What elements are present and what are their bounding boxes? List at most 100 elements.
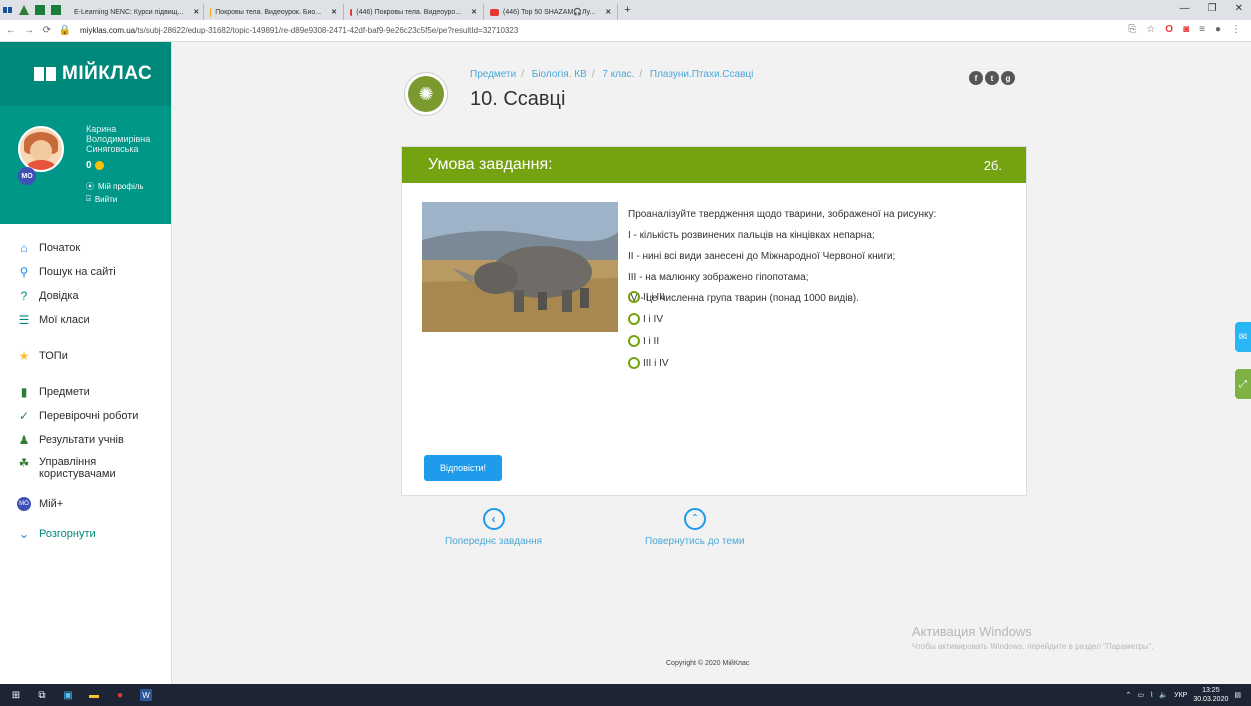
- breadcrumb-item[interactable]: Біологія. КВ: [532, 69, 587, 80]
- close-tab-icon[interactable]: ✕: [331, 8, 337, 16]
- close-tab-icon[interactable]: ✕: [605, 8, 611, 16]
- submit-answer-button[interactable]: Відповісти!: [424, 455, 502, 481]
- menu-dots-icon[interactable]: ⋮: [1231, 24, 1241, 35]
- language-indicator[interactable]: УКР: [1174, 692, 1187, 699]
- fullscreen-icon: ⤢: [1239, 378, 1247, 390]
- sidebar-item-user-management[interactable]: ☘ Управління користувачами: [0, 452, 171, 492]
- task-header-title: Умова завдання:: [428, 156, 553, 173]
- user-badge: МО: [18, 167, 36, 185]
- expand-fullscreen-button[interactable]: ⤢: [1235, 369, 1251, 399]
- sidebar-item-classes[interactable]: ☰ Мої класи: [0, 308, 171, 332]
- close-tab-icon[interactable]: ✕: [193, 8, 199, 16]
- sidebar-item-search[interactable]: ⚲ Пошук на сайті: [0, 260, 171, 284]
- url-field[interactable]: miyklas.com.ua/ts/subj-28622/edup-31682/…: [80, 26, 518, 35]
- my-profile-link[interactable]: ⦿ Мій профіль: [86, 181, 144, 192]
- sidebar-item-home[interactable]: ⌂ Початок: [0, 236, 171, 260]
- back-icon[interactable]: ←: [4, 25, 18, 36]
- chevron-up-icon: ˆ: [683, 508, 706, 530]
- back-to-topic-link[interactable]: ˆ Повернутись до теми: [645, 508, 744, 547]
- radio-button[interactable]: [628, 335, 640, 347]
- rhinoceros-image: [422, 202, 618, 332]
- windows-start-icon[interactable]: ⊞: [10, 689, 22, 701]
- share-buttons: f t g: [969, 71, 1015, 85]
- bookmark-star-icon[interactable]: ☆: [1146, 24, 1155, 35]
- answer-option[interactable]: ІІ і ІІІ: [628, 286, 669, 308]
- user-icon: ⦿: [86, 182, 94, 191]
- pinned-tab-icon[interactable]: [16, 0, 32, 20]
- pinned-tab-icon[interactable]: [48, 0, 64, 20]
- sidebar-item-results[interactable]: ♟ Результати учнів: [0, 428, 171, 452]
- profile-panel: МО Карина Володимирівна Синяговська 0 ⦿ М…: [0, 106, 171, 224]
- breadcrumb-item[interactable]: Предмети: [470, 69, 516, 80]
- forward-icon[interactable]: →: [22, 25, 36, 36]
- sidebar-item-expand[interactable]: ⌄ Розгорнути: [0, 522, 171, 546]
- breadcrumb-item[interactable]: Плазуни.Птахи.Ссавці: [650, 69, 753, 80]
- user-name: Карина Володимирівна Синяговська: [86, 124, 151, 154]
- answer-option[interactable]: І і IV: [628, 308, 669, 330]
- logout-link[interactable]: ⍈ Вийти: [86, 194, 117, 204]
- tab-grid-icon[interactable]: [0, 0, 16, 20]
- close-tab-icon[interactable]: ✕: [471, 8, 477, 16]
- word-icon[interactable]: W: [140, 689, 152, 701]
- mail-icon: ✉: [1238, 331, 1248, 343]
- tray-up-icon[interactable]: ⌃: [1125, 691, 1131, 699]
- coin-icon: [94, 161, 104, 170]
- notifications-icon[interactable]: ▤: [1234, 691, 1241, 699]
- browser-extensions: ⎘ ☆ O ◙ ≡ ● ⋮: [1128, 24, 1241, 35]
- bug-icon: ✺: [408, 76, 444, 112]
- volume-icon[interactable]: 🔈: [1159, 691, 1168, 699]
- playlist-icon[interactable]: ≡: [1199, 24, 1205, 35]
- logo[interactable]: МІЙКЛАС: [0, 42, 171, 106]
- browser-tab[interactable]: (446) Покровы тела. Видеоуро... ✕: [344, 4, 484, 20]
- book-icon: ▮: [20, 385, 28, 399]
- translate-icon[interactable]: ⎘: [1128, 24, 1136, 35]
- topic-icon: ✺: [404, 72, 448, 116]
- avatar[interactable]: [18, 126, 64, 172]
- reload-icon[interactable]: ⟳: [40, 25, 54, 36]
- network-icon[interactable]: ⌇: [1150, 691, 1153, 699]
- users-icon: ♟: [18, 433, 30, 447]
- star-icon: ★: [18, 349, 30, 363]
- sidebar-item-subjects[interactable]: ▮ Предмети: [0, 380, 171, 404]
- minimize-icon[interactable]: —: [1180, 3, 1190, 14]
- previous-task-link[interactable]: ‹ Попереднє завдання: [445, 508, 542, 547]
- pinned-tab-icon[interactable]: [32, 0, 48, 20]
- clock[interactable]: 13:25 30.03.2020: [1193, 686, 1228, 704]
- google-plus-icon[interactable]: g: [1001, 71, 1015, 85]
- profile-icon[interactable]: ●: [1215, 24, 1221, 35]
- file-explorer-icon[interactable]: ▬: [88, 689, 100, 701]
- lock-icon: 🔒: [58, 25, 72, 36]
- sidebar-menu: ⌂ Початок ⚲ Пошук на сайті ? Довідка ☰ Мої к…: [0, 224, 171, 546]
- opera-icon[interactable]: O: [1165, 24, 1173, 35]
- user-score: 0: [86, 160, 104, 171]
- sidebar-item-tests[interactable]: ✓ Перевірочні роботи: [0, 404, 171, 428]
- extension-icon[interactable]: ◙: [1183, 24, 1189, 35]
- new-tab-button[interactable]: +: [624, 4, 630, 16]
- answer-option[interactable]: ІІІ і IV: [628, 352, 669, 374]
- browser-tab[interactable]: E-Learning NENC: Курси підвищ... ✕: [64, 4, 204, 20]
- browser-tab[interactable]: Покровы тела. Видеоурок. Био... ✕: [204, 4, 344, 20]
- radio-button[interactable]: [628, 313, 640, 325]
- address-bar: ← → ⟳ 🔒 miyklas.com.ua/ts/subj-28622/edu…: [0, 20, 1251, 42]
- radio-button[interactable]: [628, 357, 640, 369]
- mail-feedback-button[interactable]: ✉: [1235, 322, 1251, 352]
- radio-button[interactable]: [628, 291, 640, 303]
- task-card: Умова завдання: 2б. Проаналізуйте твердж…: [401, 146, 1027, 496]
- app-icon[interactable]: ▣: [62, 689, 74, 701]
- browser-tab[interactable]: (446) Top 50 SHAZAM🎧Лу... ✕: [484, 4, 619, 20]
- restore-icon[interactable]: ❐: [1208, 3, 1217, 14]
- sidebar-item-help[interactable]: ? Довідка: [0, 284, 171, 308]
- answer-options: ІІ і ІІІ І і IV І і ІІ ІІІ і IV: [628, 286, 669, 374]
- sidebar-item-my-plus[interactable]: МО Мій+: [0, 492, 171, 516]
- breadcrumb-item[interactable]: 7 клас.: [602, 69, 634, 80]
- answer-option[interactable]: І і ІІ: [628, 330, 669, 352]
- sidebar-item-tops[interactable]: ★ ТОПи: [0, 344, 171, 368]
- chrome-icon[interactable]: ●: [114, 689, 126, 701]
- check-icon: ✓: [18, 409, 30, 423]
- close-window-icon[interactable]: ✕: [1235, 3, 1243, 14]
- task-points: 2б.: [983, 157, 1002, 173]
- page-title: 10. Ссавці: [470, 88, 566, 110]
- task-view-icon[interactable]: ⧉: [36, 689, 48, 701]
- facebook-icon[interactable]: f: [969, 71, 983, 85]
- twitter-icon[interactable]: t: [985, 71, 999, 85]
